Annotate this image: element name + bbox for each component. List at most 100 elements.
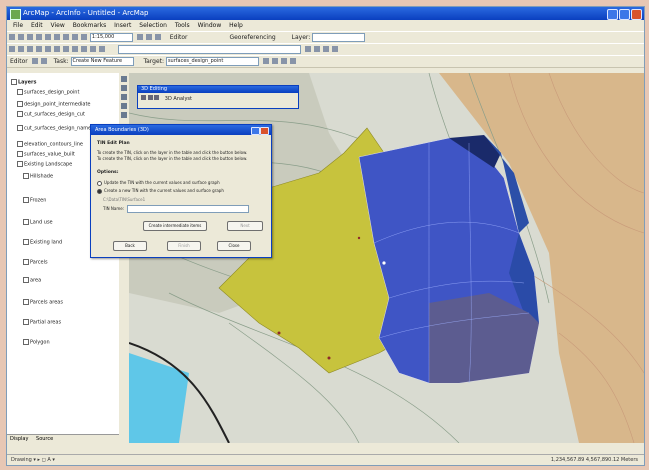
toc-layer[interactable]: Partial areas bbox=[23, 319, 61, 326]
layer-combo[interactable] bbox=[312, 33, 366, 42]
toc-layer[interactable]: Polygon bbox=[23, 339, 50, 346]
checkbox-icon[interactable] bbox=[23, 319, 29, 325]
new-icon[interactable] bbox=[9, 34, 15, 40]
hyperlink-icon[interactable] bbox=[99, 46, 105, 52]
close-dialog-button[interactable]: Close bbox=[217, 241, 251, 251]
select-icon[interactable] bbox=[63, 46, 69, 52]
edit-pencil-icon[interactable] bbox=[40, 58, 47, 64]
sketch-icon[interactable] bbox=[31, 58, 38, 64]
link-table-icon[interactable] bbox=[331, 46, 338, 52]
sketch-properties-icon[interactable] bbox=[289, 58, 296, 64]
toc-layers-root[interactable]: Layers bbox=[11, 79, 37, 86]
pan-icon[interactable] bbox=[121, 94, 127, 100]
checkbox-icon[interactable] bbox=[23, 173, 29, 179]
pan-icon[interactable] bbox=[27, 46, 33, 52]
finish-button[interactable]: Finish bbox=[167, 241, 201, 251]
toc-layer[interactable]: design_point_intermediate bbox=[17, 101, 91, 108]
attributes-icon[interactable] bbox=[280, 58, 287, 64]
paste-icon[interactable] bbox=[63, 34, 69, 40]
checkbox-icon[interactable] bbox=[23, 339, 29, 345]
menu-file[interactable]: File bbox=[13, 22, 23, 29]
catalog-icon[interactable] bbox=[154, 34, 161, 40]
checkbox-icon[interactable] bbox=[17, 111, 23, 117]
radio-create[interactable] bbox=[97, 188, 102, 194]
menu-help[interactable]: Help bbox=[229, 22, 243, 29]
tool-icon[interactable] bbox=[154, 95, 160, 100]
editor-label[interactable]: Editor bbox=[170, 34, 188, 41]
toc-layer[interactable]: surfaces_design_point bbox=[17, 89, 79, 96]
toc-layer[interactable]: Existing land bbox=[23, 239, 62, 246]
toc-layer[interactable]: cut_surfaces_design_name_ bbox=[17, 125, 94, 132]
checkbox-icon[interactable] bbox=[17, 161, 23, 167]
rotate-icon[interactable] bbox=[304, 46, 311, 52]
toc-layer[interactable]: Frozen bbox=[23, 197, 46, 204]
toc-layer[interactable]: Parcels areas bbox=[23, 299, 63, 306]
option-update[interactable]: Update the TIN with the current values a… bbox=[97, 180, 220, 186]
toc-layer[interactable]: area bbox=[23, 277, 41, 284]
checkbox-icon[interactable] bbox=[23, 299, 29, 305]
rotate-feature-icon[interactable] bbox=[271, 58, 278, 64]
toc-layer[interactable]: elevation_contours_line bbox=[17, 141, 83, 148]
tab-display[interactable]: Display bbox=[10, 436, 28, 442]
3d-analyst-label[interactable]: 3D Analyst bbox=[165, 96, 192, 102]
zoom-in-icon[interactable] bbox=[9, 46, 15, 52]
menu-tools[interactable]: Tools bbox=[175, 22, 190, 29]
globe-icon[interactable] bbox=[121, 103, 127, 109]
tab-source[interactable]: Source bbox=[36, 436, 53, 442]
toc-layer[interactable]: Existing Landscape bbox=[17, 161, 72, 168]
add-data-icon[interactable] bbox=[136, 34, 143, 40]
tin-name-field[interactable] bbox=[127, 205, 249, 213]
checkbox-icon[interactable] bbox=[23, 239, 29, 245]
tool-icon[interactable] bbox=[147, 95, 153, 100]
shift-icon[interactable] bbox=[313, 46, 320, 52]
measure-icon[interactable] bbox=[90, 46, 96, 52]
georef-combo[interactable] bbox=[117, 45, 301, 54]
editor-menu[interactable]: Editor bbox=[10, 58, 28, 65]
checkbox-icon[interactable] bbox=[23, 219, 29, 225]
georeferencing-label[interactable]: Georeferencing bbox=[229, 34, 275, 41]
next-button[interactable]: Next bbox=[227, 221, 263, 231]
print-icon[interactable] bbox=[36, 34, 42, 40]
create-intermediate-button[interactable]: Create intermediate items bbox=[143, 221, 207, 231]
help-button[interactable] bbox=[251, 127, 260, 135]
checkbox-icon[interactable] bbox=[23, 277, 29, 283]
arrow-icon[interactable] bbox=[121, 112, 127, 118]
checkbox-icon[interactable] bbox=[17, 89, 23, 95]
menu-view[interactable]: View bbox=[51, 22, 65, 29]
cut-icon[interactable] bbox=[45, 34, 51, 40]
copy-icon[interactable] bbox=[54, 34, 60, 40]
identify-icon[interactable] bbox=[72, 46, 78, 52]
toc-layer[interactable]: Land use bbox=[23, 219, 53, 226]
menu-window[interactable]: Window bbox=[198, 22, 222, 29]
option-create[interactable]: Create a new TIN with the current values… bbox=[97, 188, 224, 194]
redo-icon[interactable] bbox=[81, 34, 87, 40]
forward-extent-icon[interactable] bbox=[54, 46, 60, 52]
toc-layer[interactable]: Parcels bbox=[23, 259, 48, 266]
checkbox-icon[interactable] bbox=[17, 151, 23, 157]
checkbox-icon[interactable] bbox=[17, 101, 23, 107]
checkbox-icon[interactable] bbox=[23, 197, 29, 203]
link-icon[interactable] bbox=[322, 46, 329, 52]
back-extent-icon[interactable] bbox=[45, 46, 51, 52]
open-icon[interactable] bbox=[18, 34, 24, 40]
find-icon[interactable] bbox=[81, 46, 87, 52]
zoom-in-icon[interactable] bbox=[121, 76, 127, 82]
menu-selection[interactable]: Selection bbox=[139, 22, 167, 29]
tool-icon[interactable] bbox=[141, 95, 146, 100]
back-button[interactable]: Back bbox=[113, 241, 147, 251]
menu-edit[interactable]: Edit bbox=[31, 22, 43, 29]
scale-combo[interactable]: 1:15,000 bbox=[89, 33, 133, 42]
zoom-out-icon[interactable] bbox=[18, 46, 24, 52]
target-combo[interactable]: surfaces_design_point bbox=[165, 57, 259, 66]
toc-layer[interactable]: cut_surfaces_design_cut bbox=[17, 111, 85, 118]
maximize-button[interactable] bbox=[619, 9, 630, 20]
minimize-button[interactable] bbox=[607, 9, 618, 20]
close-button[interactable] bbox=[631, 9, 642, 20]
task-combo[interactable]: Create New Feature bbox=[70, 57, 134, 66]
menu-insert[interactable]: Insert bbox=[114, 22, 131, 29]
toc-layer[interactable]: surfaces_value_built bbox=[17, 151, 75, 158]
toc-expand-icon[interactable] bbox=[11, 79, 17, 85]
menu-bookmarks[interactable]: Bookmarks bbox=[73, 22, 107, 29]
save-icon[interactable] bbox=[27, 34, 33, 40]
toc-icon[interactable] bbox=[145, 34, 152, 40]
